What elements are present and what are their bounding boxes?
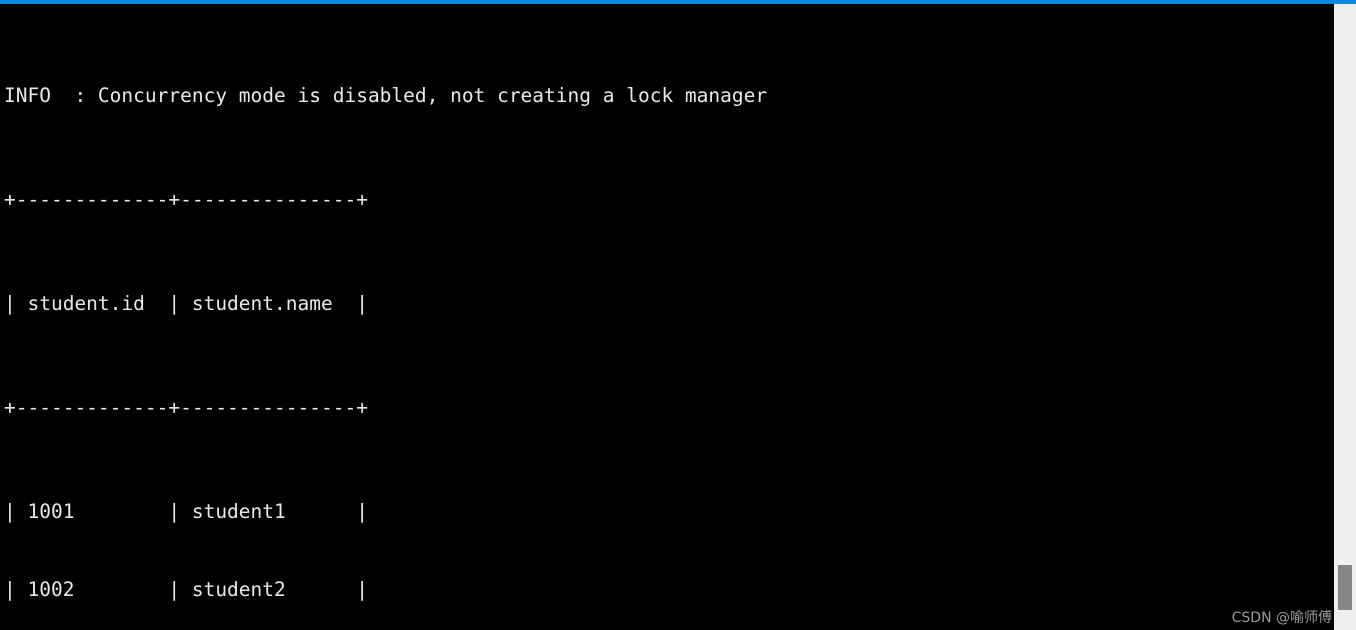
table-row: | 1001 | student1 | — [4, 500, 368, 523]
table-row: | 1002 | student2 | — [4, 578, 368, 601]
table-border-top: +-------------+---------------+ — [4, 188, 368, 211]
scrollbar-thumb[interactable] — [1338, 565, 1352, 610]
table-header-row: | student.id | student.name | — [4, 292, 368, 315]
window-top-accent-bar — [0, 0, 1356, 4]
table-border-header: +-------------+---------------+ — [4, 396, 368, 419]
terminal-output-buffer: INFO : Concurrency mode is disabled, not… — [4, 5, 767, 630]
vertical-scrollbar[interactable] — [1334, 4, 1356, 630]
log-line-info: INFO : Concurrency mode is disabled, not… — [4, 84, 768, 107]
terminal-window: INFO : Concurrency mode is disabled, not… — [0, 0, 1356, 630]
terminal-surface[interactable]: INFO : Concurrency mode is disabled, not… — [0, 0, 1334, 630]
